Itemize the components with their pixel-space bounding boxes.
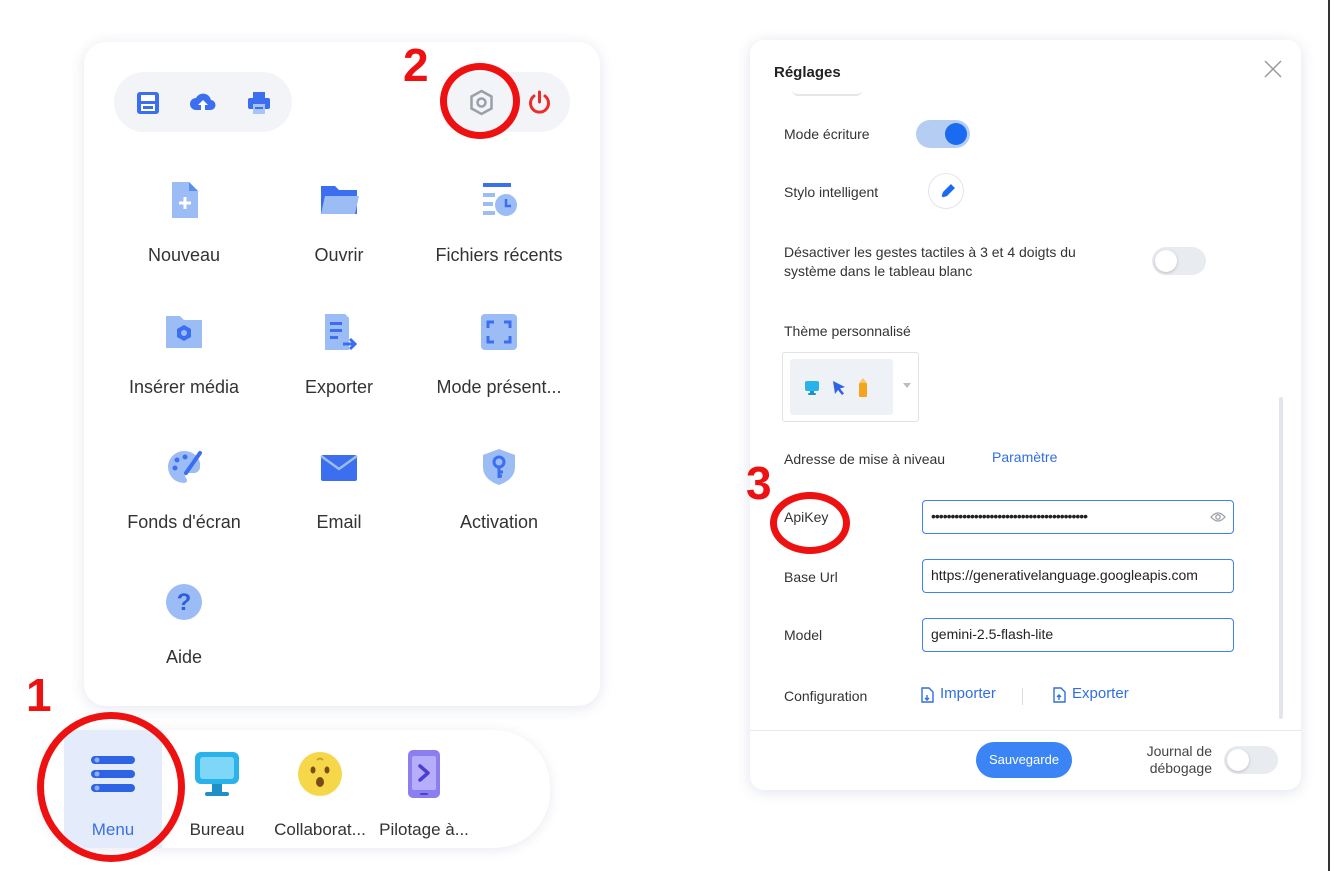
toggle-knob [1227,749,1249,771]
menu-item-presentation-mode[interactable]: Mode présent... [419,312,579,398]
menu-item-label: Fonds d'écran [127,512,241,532]
activation-shield-icon [483,449,515,485]
smart-pen-label: Stylo intelligent [784,184,879,200]
window-edge [1328,0,1330,871]
writing-mode-toggle[interactable] [916,120,970,148]
menu-item-label: Exporter [304,377,374,397]
menu-item-label: Nouveau [147,245,221,265]
upgrade-address-label: Adresse de mise à niveau [784,451,946,467]
fullscreen-icon [481,314,517,350]
import-file-icon [921,687,934,703]
menu-item-label: Insérer média [128,377,240,397]
dock-item-desktop[interactable]: Bureau [172,730,262,848]
main-menu-panel: Nouveau Ouvrir Fichiers récents Insérer … [84,42,600,706]
cursor-arrow-icon [833,381,845,395]
export-icon [325,314,358,351]
email-icon [320,454,358,481]
power-icon[interactable] [526,89,553,116]
save-button[interactable]: Sauvegarde [976,742,1072,778]
collaboration-emoji-icon [298,752,342,796]
menu-item-label: Aide [165,647,203,667]
menu-item-label: Mode présent... [436,377,562,397]
debug-log-label-line1: Journal de [1146,743,1212,759]
base-url-label: Base Url [784,569,838,585]
theme-select[interactable] [782,352,919,422]
annotation-number-2: 2 [403,39,429,91]
debug-log-toggle[interactable] [1224,746,1278,774]
export-file-icon [1053,687,1066,703]
disable-gestures-label: Désactiver les gestes tactiles à 3 et 4 … [784,244,1076,279]
toggle-knob [945,123,967,145]
insert-media-icon [166,316,202,348]
palette-icon [168,450,202,483]
menu-item-label: Fichiers récents [435,245,563,265]
smart-pen-button[interactable] [928,173,964,209]
settings-title: Réglages [774,64,841,81]
annotation-circle-3 [770,492,850,554]
model-input[interactable]: gemini-2.5-flash-lite [922,618,1234,652]
recent-files-icon [483,183,517,216]
phone-remote-icon [408,750,440,798]
menu-item-label: Email [316,512,362,532]
help-icon: ? [166,584,202,620]
menu-item-export[interactable]: Exporter [259,312,419,398]
save-icon[interactable] [135,90,161,116]
annotation-circle-1 [37,712,185,862]
theme-preview [790,359,893,415]
menu-item-wallpaper[interactable]: Fonds d'écran [104,447,264,533]
folder-open-icon [321,186,359,214]
menu-item-open[interactable]: Ouvrir [259,180,419,266]
annotation-circle-2 [440,63,520,139]
settings-scrollbar[interactable] [1279,397,1283,719]
export-label: Exporter [1072,685,1129,702]
model-value: gemini-2.5-flash-lite [931,626,1054,642]
scrolled-content-edge [792,90,862,96]
file-toolbar [114,72,292,132]
eye-icon[interactable] [1210,510,1226,524]
chevron-down-icon [903,383,911,388]
api-key-input[interactable]: •••••••••••••••••••••••••••••••••••••••• [922,500,1234,534]
menu-item-label: Activation [459,512,539,532]
model-label: Model [784,627,823,643]
custom-theme-label: Thème personnalisé [784,323,911,339]
desktop-monitor-icon [195,752,239,796]
debug-log-label: Journal de débogage [1122,743,1212,777]
config-divider [1022,688,1023,705]
disable-gestures-toggle[interactable] [1152,247,1206,275]
api-key-value: •••••••••••••••••••••••••••••••••••••••• [931,508,1088,524]
footer-divider [750,730,1301,731]
dock-item-label: Collaborat... [274,820,366,839]
smart-pen-icon [940,183,956,199]
pencil-icon [859,378,867,397]
menu-item-activation[interactable]: Activation [419,447,579,533]
annotation-number-3: 3 [746,457,772,509]
menu-item-help[interactable]: ? Aide [104,582,264,668]
menu-item-insert-media[interactable]: Insérer média [104,312,264,398]
menu-item-label: Ouvrir [314,245,364,265]
svg-text:?: ? [177,589,192,616]
debug-log-label-line2: débogage [1149,760,1212,776]
new-file-icon [172,182,198,218]
dock-item-collaboration[interactable]: Collaborat... [270,730,370,848]
annotation-number-1: 1 [26,669,52,721]
monitor-icon [805,381,819,395]
dock-item-label: Bureau [189,820,245,839]
configuration-label: Configuration [784,688,868,704]
menu-item-email[interactable]: Email [259,447,419,533]
dock-item-label: Pilotage à... [379,820,469,839]
upgrade-parameter-link[interactable]: Paramètre [992,449,1057,465]
dock-item-remote-control[interactable]: Pilotage à... [376,730,472,848]
cloud-upload-icon[interactable] [190,90,216,116]
menu-item-new[interactable]: Nouveau [104,180,264,266]
print-icon[interactable] [246,90,272,116]
writing-mode-label: Mode écriture [784,126,870,142]
settings-dialog: Réglages Mode écriture Stylo intelligent… [750,40,1301,790]
import-label: Importer [940,685,996,702]
close-icon[interactable] [1262,58,1284,80]
toggle-knob [1155,250,1177,272]
base-url-input[interactable]: https://generativelanguage.googleapis.co… [922,559,1234,593]
base-url-value: https://generativelanguage.googleapis.co… [931,567,1198,583]
menu-item-recent-files[interactable]: Fichiers récents [419,180,579,266]
